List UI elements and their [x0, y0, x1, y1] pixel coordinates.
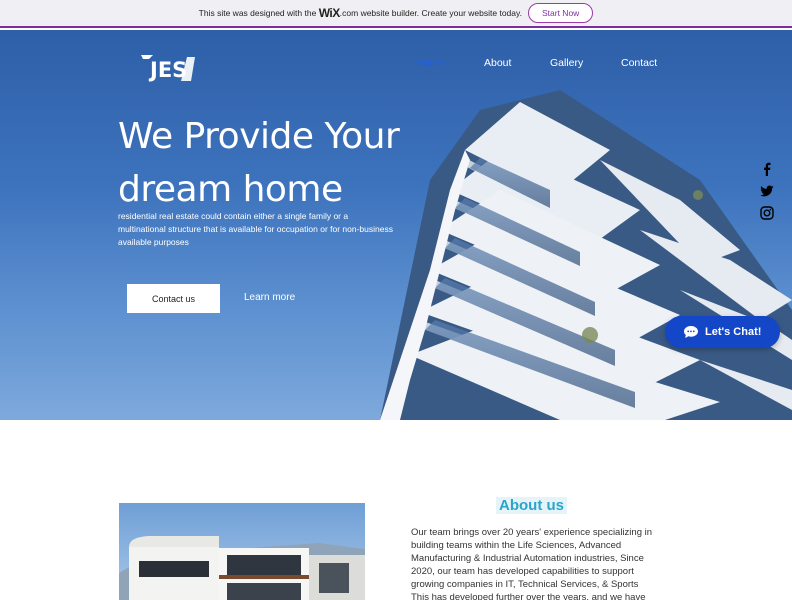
chat-label: Let's Chat!	[705, 326, 762, 338]
contact-us-button[interactable]: Contact us	[127, 284, 220, 313]
instagram-icon[interactable]	[760, 206, 774, 220]
about-house-image	[119, 503, 365, 600]
nav-item-home[interactable]: Home	[416, 57, 444, 69]
nav-item-contact[interactable]: Contact	[621, 57, 657, 69]
hero-subtext: residential real estate could contain ei…	[118, 211, 393, 247]
wix-logo[interactable]: WiX	[319, 6, 341, 20]
about-line: Our team brings over 20 years' experienc…	[411, 527, 653, 538]
nav-item-gallery[interactable]: Gallery	[550, 57, 583, 69]
about-line: building teams within the Life Sciences,…	[411, 540, 622, 551]
about-title: About us	[496, 497, 567, 514]
learn-more-link[interactable]: Learn more	[244, 292, 295, 303]
about-line: growing companies in IT, Technical Servi…	[411, 579, 639, 590]
wix-promo-banner: This site was designed with the WiX .com …	[0, 0, 792, 28]
headline-line-2: dream home	[118, 169, 343, 210]
twitter-icon[interactable]	[760, 184, 774, 198]
house-photo	[119, 536, 365, 600]
nav-item-about[interactable]: About	[484, 57, 511, 69]
lets-chat-button[interactable]: Let's Chat!	[665, 316, 780, 348]
hero-headline: We Provide Your dream home	[118, 110, 418, 216]
banner-prefix: This site was designed with the	[198, 8, 317, 18]
about-line: 2020, our team has developed capabilitie…	[411, 566, 634, 577]
hero-section: JES Home About Gallery Contact We Provid…	[0, 30, 792, 420]
main-nav: Home About Gallery Contact	[0, 57, 792, 71]
start-now-button[interactable]: Start Now	[528, 3, 594, 23]
about-line: Manufacturing & Industrial Automation in…	[411, 553, 644, 564]
wix-brand-suffix: .com	[339, 8, 359, 18]
headline-line-1: We Provide Your	[118, 116, 400, 157]
banner-suffix: website builder. Create your website tod…	[360, 8, 522, 18]
chat-bubble-icon	[684, 326, 698, 338]
facebook-icon[interactable]	[760, 162, 774, 176]
social-bar	[760, 162, 776, 228]
about-text: Our team brings over 20 years' experienc…	[411, 526, 681, 600]
about-line: This has developed further over the year…	[411, 592, 646, 600]
